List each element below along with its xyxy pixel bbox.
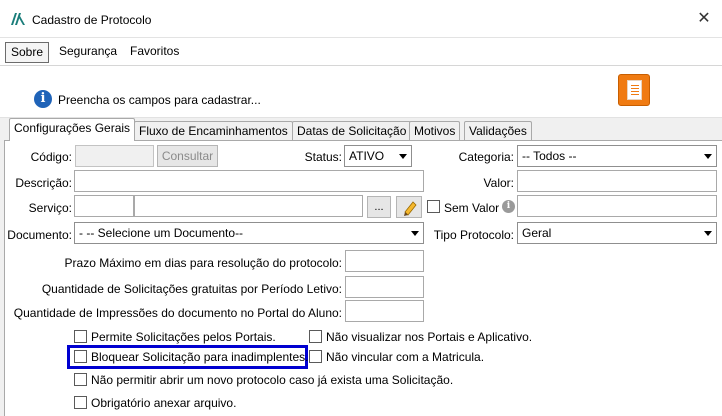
prazo-label: Prazo Máximo em dias para resolução do p… [64, 256, 342, 270]
status-value: ATIVO [349, 149, 385, 163]
info-icon: i [502, 200, 515, 213]
qtd-gratuitas-input[interactable] [345, 276, 424, 298]
descricao-input[interactable] [74, 170, 424, 192]
status-label: Status: [304, 150, 342, 164]
obrigatorio-anexar-label: Obrigatório anexar arquivo. [91, 396, 237, 410]
sem-valor-input[interactable] [517, 195, 717, 217]
sem-valor-checkbox[interactable] [427, 200, 440, 213]
descricao-label: Descrição: [15, 176, 72, 190]
bloquear-inadimplentes-label: Bloquear Solicitação para inadimplentes. [91, 350, 309, 364]
qtd-gratuitas-label: Quantidade de Solicitações gratuitas por… [41, 282, 342, 296]
nao-vincular-checkbox[interactable] [309, 350, 322, 363]
valor-label: Valor: [483, 176, 514, 190]
tipo-protocolo-value: Geral [522, 226, 552, 240]
menu-item-favoritos[interactable]: Favoritos [125, 42, 184, 63]
codigo-input[interactable] [75, 145, 154, 167]
tab-motivos[interactable]: Motivos [409, 121, 461, 141]
pencil-icon [404, 201, 417, 216]
chevron-down-icon [411, 231, 419, 236]
documento-select[interactable]: - -- Selecione um Documento-- [74, 222, 424, 244]
obrigatorio-anexar-checkbox[interactable] [74, 396, 87, 409]
edit-button[interactable] [396, 196, 422, 218]
documento-label: Documento: [7, 228, 72, 242]
nao-visualizar-label: Não visualizar nos Portais e Aplicativo. [326, 330, 533, 344]
servico-code-input[interactable] [74, 195, 134, 217]
nao-vincular-label: Não vincular com a Matricula. [326, 350, 485, 364]
info-panel: i Preencha os campos para cadastrar... [0, 66, 722, 118]
prazo-input[interactable] [345, 250, 424, 272]
qtd-impressoes-input[interactable] [345, 300, 424, 322]
documento-value: - -- Selecione um Documento-- [79, 226, 244, 240]
chevron-down-icon [704, 154, 712, 159]
info-icon: i [34, 90, 52, 108]
servico-search-button[interactable]: ... [367, 196, 391, 218]
servico-label: Serviço: [28, 201, 72, 215]
menu-item-sobre[interactable]: Sobre [5, 42, 50, 63]
chevron-down-icon [704, 231, 712, 236]
tab-fluxo-encaminhamentos[interactable]: Fluxo de Encaminhamentos [134, 121, 293, 141]
info-message: Preencha os campos para cadastrar... [58, 93, 261, 107]
chevron-down-icon [399, 154, 407, 159]
nao-visualizar-checkbox[interactable] [309, 330, 322, 343]
document-button[interactable] [618, 74, 650, 106]
categoria-select[interactable]: -- Todos -- [517, 145, 717, 167]
sem-valor-label: Sem Valor [444, 201, 500, 215]
document-icon [627, 80, 642, 100]
tab-configuracoes-gerais[interactable]: Configurações Gerais [9, 118, 136, 141]
nao-permitir-novo-checkbox[interactable] [74, 373, 87, 386]
tab-validacoes[interactable]: Validações [464, 121, 532, 141]
title-bar: Cadastro de Protocolo ✕ [0, 0, 722, 38]
tipo-protocolo-label: Tipo Protocolo: [433, 228, 514, 242]
app-logo-icon [11, 13, 25, 25]
permite-portais-label: Permite Solicitações pelos Portais. [91, 330, 276, 344]
menu-item-seguranca[interactable]: Segurança [54, 42, 122, 63]
close-icon[interactable]: ✕ [694, 9, 714, 29]
categoria-value: -- Todos -- [522, 149, 577, 163]
valor-input[interactable] [517, 170, 717, 192]
tipo-protocolo-select[interactable]: Geral [517, 222, 717, 244]
codigo-label: Código: [30, 150, 72, 164]
window-title: Cadastro de Protocolo [32, 13, 152, 27]
qtd-impressoes-label: Quantidade de Impressões do documento no… [13, 306, 342, 320]
bloquear-inadimplentes-checkbox[interactable] [74, 350, 87, 363]
categoria-label: Categoria: [458, 150, 514, 164]
tab-datas-solicitacao[interactable]: Datas de Solicitação [292, 121, 412, 141]
nao-permitir-novo-label: Não permitir abrir um novo protocolo cas… [91, 373, 454, 387]
permite-portais-checkbox[interactable] [74, 330, 87, 343]
consultar-button[interactable]: Consultar [157, 145, 218, 167]
menu-bar: Sobre Segurança Favoritos [0, 38, 722, 66]
servico-name-input[interactable] [134, 195, 363, 217]
status-select[interactable]: ATIVO [344, 145, 412, 167]
